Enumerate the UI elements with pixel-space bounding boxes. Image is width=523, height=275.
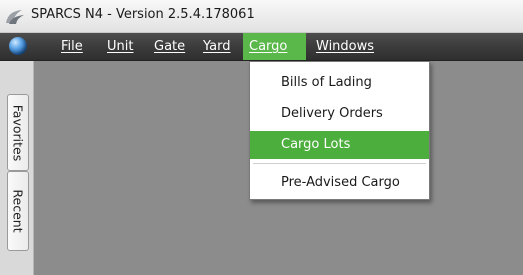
side-tab-strip: Favorites Recent — [0, 61, 34, 275]
menu-item-delivery-orders[interactable]: Delivery Orders — [250, 100, 429, 128]
menu-item-cargo-lots[interactable]: Cargo Lots — [250, 131, 429, 159]
globe-icon[interactable] — [9, 37, 27, 55]
app-window: SPARCS N4 - Version 2.5.4.178061 File Un… — [0, 0, 523, 275]
tab-recent[interactable]: Recent — [7, 171, 29, 251]
sparcs-logo-icon — [6, 10, 24, 24]
menu-unit[interactable]: Unit — [101, 33, 139, 60]
menu-cargo[interactable]: Cargo — [243, 33, 306, 60]
menu-item-pre-advised-cargo[interactable]: Pre-Advised Cargo — [250, 169, 429, 197]
menu-bar: File Unit Gate Yard Cargo Windows — [0, 33, 523, 61]
tab-favorites[interactable]: Favorites — [7, 94, 29, 171]
menu-windows[interactable]: Windows — [310, 33, 380, 60]
tab-favorites-label: Favorites — [10, 104, 26, 161]
menu-item-bills-of-lading[interactable]: Bills of Lading — [250, 69, 429, 97]
menu-yard[interactable]: Yard — [197, 33, 237, 60]
cargo-dropdown-menu: Bills of Lading Delivery Orders Cargo Lo… — [249, 61, 430, 200]
tab-recent-label: Recent — [10, 189, 26, 233]
menu-gate[interactable]: Gate — [148, 33, 191, 60]
menu-file[interactable]: File — [55, 33, 89, 60]
menu-separator — [253, 163, 426, 164]
window-title: SPARCS N4 - Version 2.5.4.178061 — [31, 7, 255, 22]
title-bar[interactable]: SPARCS N4 - Version 2.5.4.178061 — [0, 0, 523, 33]
